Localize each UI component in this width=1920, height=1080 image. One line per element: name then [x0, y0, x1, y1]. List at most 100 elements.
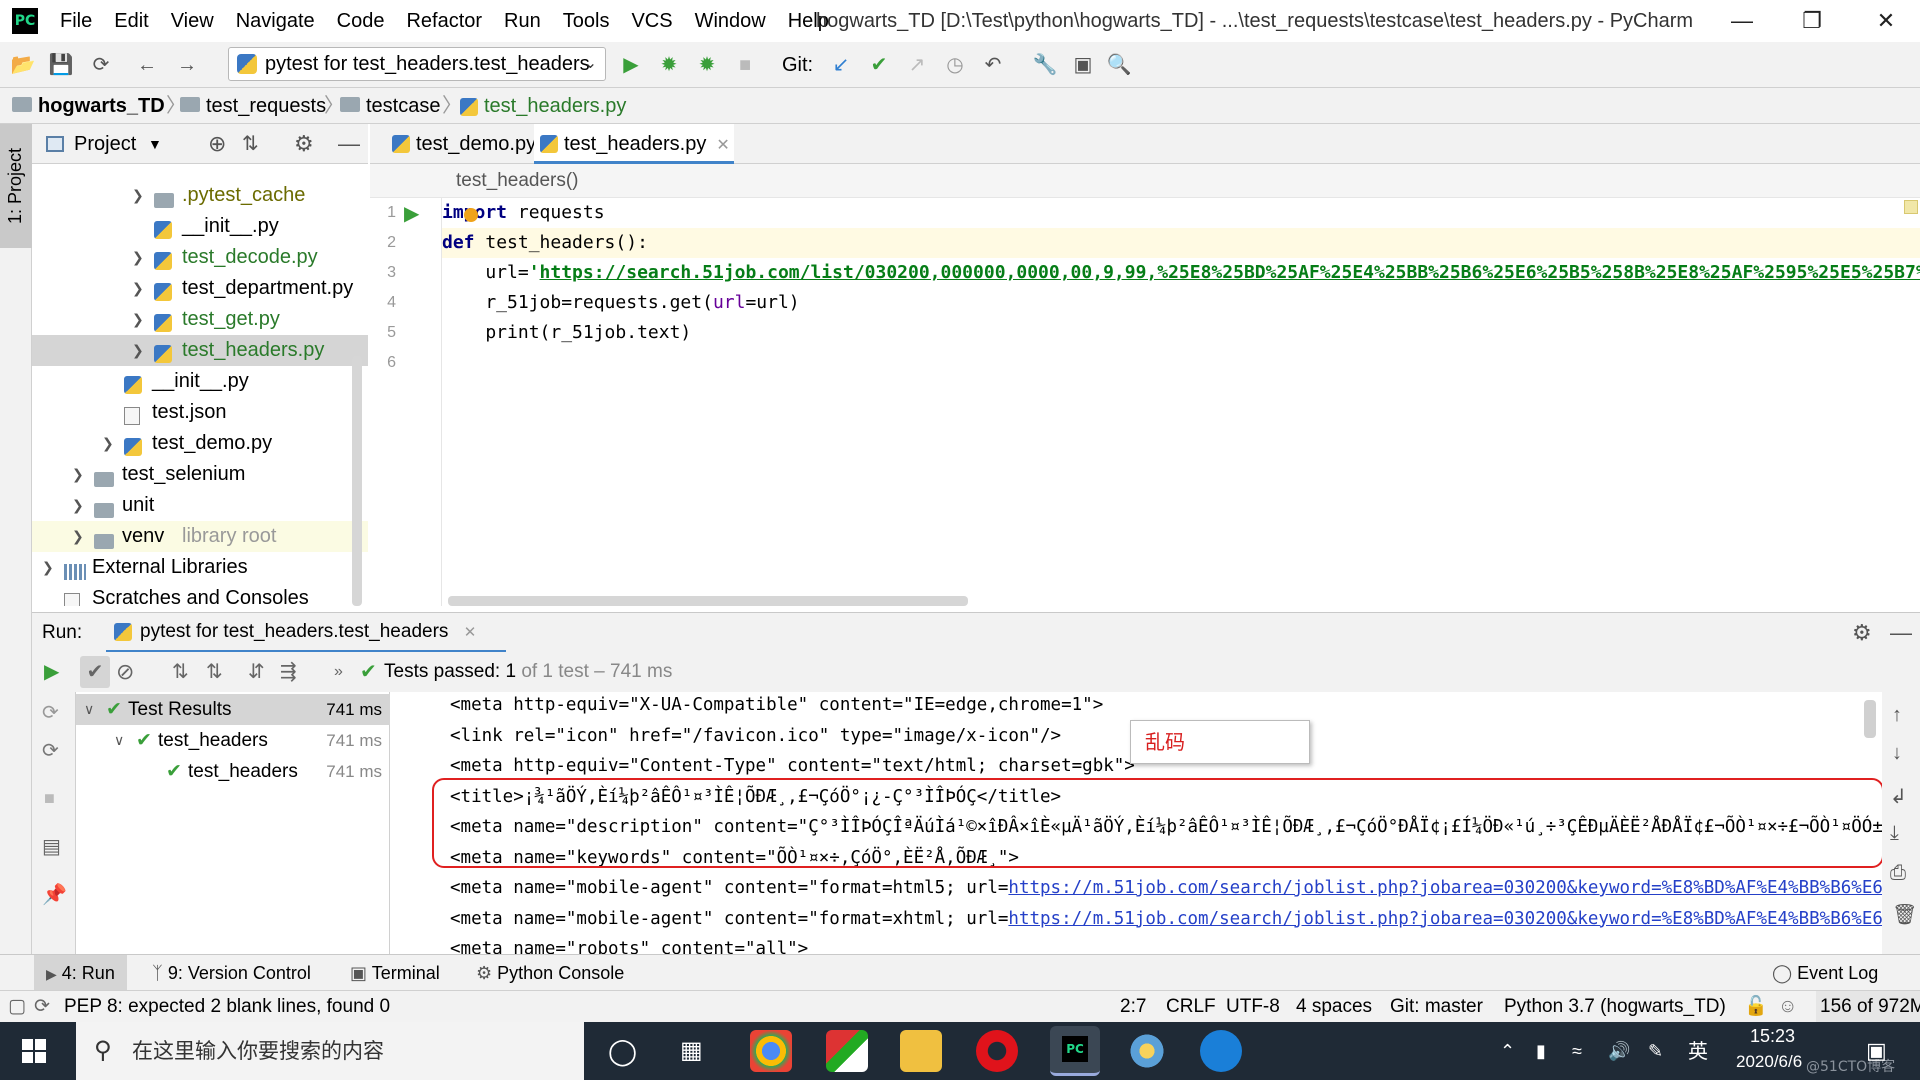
- expand-all-icon[interactable]: ⇵: [248, 652, 265, 692]
- debug-icon[interactable]: ✹: [654, 50, 684, 80]
- breadcrumb-item[interactable]: testcase: [340, 88, 440, 124]
- sort-alpha-icon[interactable]: ⇅: [172, 652, 189, 692]
- chevron-down-icon[interactable]: ∨: [114, 725, 124, 756]
- rollback-icon[interactable]: ↶: [978, 50, 1008, 80]
- hide-icon[interactable]: —: [338, 124, 360, 164]
- menu-refactor[interactable]: Refactor: [406, 0, 482, 42]
- ime-indicator[interactable]: 英: [1688, 1022, 1708, 1080]
- toggle-tool-windows-icon[interactable]: ▢: [8, 991, 26, 1023]
- tree-item[interactable]: ❯ .pytest_cache: [32, 180, 368, 211]
- status-message[interactable]: PEP 8: expected 2 blank lines, found 0: [64, 991, 390, 1023]
- locate-icon[interactable]: ⊕: [208, 124, 226, 164]
- menu-view[interactable]: View: [171, 0, 214, 42]
- inspection-marker-icon[interactable]: [1904, 200, 1918, 214]
- chevron-right-icon[interactable]: ❯: [132, 273, 144, 304]
- more-icon[interactable]: »: [334, 652, 343, 692]
- history-icon[interactable]: ◷: [940, 50, 970, 80]
- chevron-right-icon[interactable]: ❯: [132, 242, 144, 273]
- tab-version-control[interactable]: ᛉ 9: Version Control: [152, 955, 311, 991]
- forward-icon[interactable]: →: [172, 50, 202, 80]
- media-app-icon[interactable]: [1200, 1030, 1242, 1072]
- chevron-down-icon[interactable]: ▼: [148, 124, 162, 164]
- indent-setting[interactable]: 4 spaces: [1296, 991, 1372, 1023]
- tree-item[interactable]: ❯ test_selenium: [32, 459, 368, 490]
- restore-button[interactable]: ❐: [1782, 0, 1842, 42]
- chevron-right-icon[interactable]: ❯: [102, 428, 114, 459]
- memory-indicator[interactable]: 156 of 972M: [1816, 991, 1920, 1023]
- tree-item[interactable]: ❯ test_department.py: [32, 273, 368, 304]
- tree-item[interactable]: ❯ venv library root: [32, 521, 368, 552]
- volume-icon[interactable]: 🔊: [1608, 1022, 1630, 1080]
- save-all-icon[interactable]: 💾: [46, 50, 76, 80]
- inspector-icon[interactable]: ☺: [1778, 991, 1797, 1023]
- gear-icon[interactable]: ⚙: [294, 124, 314, 164]
- run-icon[interactable]: ▶: [616, 50, 646, 80]
- stop-icon[interactable]: ■: [730, 50, 760, 80]
- tab-run[interactable]: ▶ 4: Run: [34, 955, 127, 992]
- line-separator[interactable]: CRLF: [1166, 991, 1216, 1023]
- minimize-button[interactable]: —: [1712, 0, 1772, 42]
- scroll-up-icon[interactable]: ↑: [1892, 704, 1902, 727]
- pin-icon[interactable]: 📌: [42, 882, 67, 907]
- office-app-icon[interactable]: [826, 1030, 868, 1072]
- tree-item[interactable]: __init__.py: [32, 366, 368, 397]
- chevron-right-icon[interactable]: ❯: [72, 459, 84, 490]
- chevron-right-icon[interactable]: ❯: [72, 521, 84, 552]
- print-icon[interactable]: ⎙: [1890, 862, 1906, 885]
- menu-edit[interactable]: Edit: [114, 0, 148, 42]
- chevron-down-icon[interactable]: ∨: [84, 694, 94, 725]
- menu-tools[interactable]: Tools: [563, 0, 610, 42]
- close-window-button[interactable]: ✕: [1856, 0, 1916, 42]
- git-branch[interactable]: Git: master: [1390, 991, 1483, 1023]
- task-view-icon[interactable]: ▦: [680, 1022, 703, 1080]
- project-structure-icon[interactable]: ▣: [1068, 50, 1098, 80]
- rerun-icon[interactable]: ▶: [44, 652, 59, 692]
- hide-icon[interactable]: —: [1890, 613, 1912, 653]
- intention-bulb-icon[interactable]: [464, 208, 478, 222]
- menu-file[interactable]: File: [60, 0, 92, 42]
- tree-item[interactable]: ❯ test_demo.py: [32, 428, 368, 459]
- tab-test-headers[interactable]: test_headers.py ✕: [534, 124, 734, 164]
- soft-wrap-icon[interactable]: ↲: [1890, 784, 1907, 809]
- pen-icon[interactable]: ✎: [1648, 1022, 1663, 1080]
- tree-item[interactable]: test.json: [32, 397, 368, 428]
- battery-icon[interactable]: ▮: [1536, 1022, 1546, 1080]
- tree-item[interactable]: ❯ unit: [32, 490, 368, 521]
- console-link[interactable]: https://m.51job.com/search/joblist.php?j…: [1008, 878, 1882, 898]
- scroll-down-icon[interactable]: ↓: [1892, 742, 1902, 765]
- layout-icon[interactable]: ▤: [42, 834, 61, 859]
- editor-horizontal-scrollbar[interactable]: [448, 596, 968, 606]
- python-interpreter[interactable]: Python 3.7 (hogwarts_TD): [1504, 991, 1726, 1023]
- show-passed-icon[interactable]: ✔: [80, 656, 110, 688]
- cortana-icon[interactable]: ◯: [608, 1022, 637, 1080]
- chrome-icon[interactable]: [750, 1030, 792, 1072]
- toggle-autotest-icon[interactable]: ⟳: [42, 738, 59, 763]
- console-link[interactable]: https://m.51job.com/search/joblist.php?j…: [1008, 909, 1882, 929]
- tab-terminal[interactable]: ▣ Terminal: [350, 955, 440, 991]
- coverage-icon[interactable]: ✹: [692, 50, 722, 80]
- project-scrollbar[interactable]: [352, 356, 362, 606]
- opera-icon[interactable]: [976, 1030, 1018, 1072]
- file-explorer-icon[interactable]: [900, 1030, 942, 1072]
- breadcrumb-item[interactable]: test_headers.py: [460, 88, 626, 124]
- paint-icon[interactable]: [1126, 1030, 1168, 1072]
- open-folder-icon[interactable]: 📂: [8, 50, 38, 80]
- git-update-icon[interactable]: ↙: [826, 50, 856, 80]
- clock-date[interactable]: 2020/6/6: [1736, 1052, 1802, 1072]
- test-result-node[interactable]: ∨ ✔ Test Results 741 ms: [76, 694, 390, 725]
- code-editor[interactable]: import requests def test_headers(): url=…: [442, 198, 1920, 606]
- test-result-node[interactable]: ∨ ✔ test_headers 741 ms: [76, 725, 390, 756]
- chevron-right-icon[interactable]: ❯: [42, 552, 54, 583]
- tree-item[interactable]: ❯ External Libraries: [32, 552, 368, 583]
- taskbar-search-box[interactable]: ⚲ 在这里输入你要搜索的内容: [76, 1022, 584, 1080]
- project-pane-title[interactable]: Project: [74, 124, 136, 164]
- test-result-node[interactable]: ✔ test_headers 741 ms: [76, 756, 390, 787]
- chevron-right-icon[interactable]: ❯: [132, 180, 144, 211]
- tray-chevron-icon[interactable]: ⌃: [1500, 1022, 1515, 1080]
- stop-icon[interactable]: ■: [44, 788, 55, 809]
- caret-position[interactable]: 2:7: [1120, 991, 1146, 1023]
- run-tab[interactable]: pytest for test_headers.test_headers ✕: [106, 613, 506, 653]
- project-side-tab[interactable]: 1: Project: [0, 124, 32, 248]
- menu-window[interactable]: Window: [695, 0, 766, 42]
- git-commit-icon[interactable]: ✔: [864, 50, 894, 80]
